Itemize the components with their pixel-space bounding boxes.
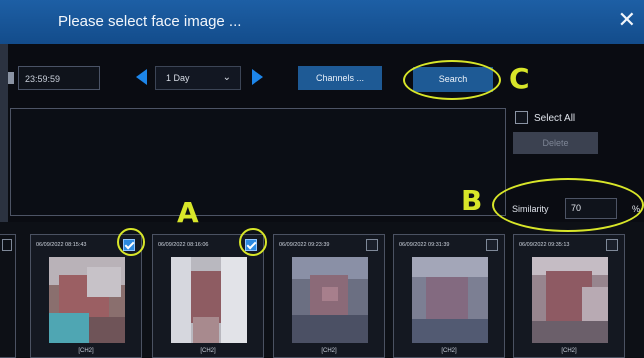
thumbnail-card[interactable]: 06/09/2022 09:31:39 [CH2] — [393, 234, 505, 358]
dialog-titlebar: Please select face image ... ✕ — [0, 0, 644, 44]
annotation-label-c: C — [509, 62, 530, 95]
face-image[interactable] — [412, 257, 488, 343]
thumbnail-timestamp: 06/09/2022 09:35:13 — [519, 242, 570, 248]
thumbnail-timestamp: 06/09/2022 08:16:06 — [158, 242, 209, 248]
next-period-icon[interactable] — [252, 69, 263, 85]
thumbnail-channel: [CH2] — [441, 348, 457, 354]
thumbnail-checkbox[interactable] — [2, 239, 12, 251]
thumbnail-channel: [CH2] — [78, 348, 94, 354]
thumbnail-checkbox[interactable] — [486, 239, 498, 251]
annotation-label-b: B — [461, 184, 483, 217]
thumbnail-timestamp: 06/09/2022 09:31:39 — [399, 242, 450, 248]
thumbnail-card[interactable]: 06/09/2022 09:35:13 [CH2] — [513, 234, 625, 358]
thumbnail-card[interactable]: 06/09/2022 09:23:39 [CH2] — [273, 234, 385, 358]
thumbnail-partial[interactable] — [0, 234, 16, 358]
previous-period-icon[interactable] — [136, 69, 147, 85]
end-time-input[interactable]: 23:59:59 — [18, 66, 100, 90]
annotation-label-a: A — [177, 196, 199, 229]
calendar-icon[interactable] — [8, 72, 14, 84]
annotation-ring-a1 — [117, 228, 145, 256]
period-select[interactable]: 1 Day ⌄ — [155, 66, 241, 90]
annotation-ring-c — [403, 60, 501, 100]
thumbnail-checkbox[interactable] — [366, 239, 378, 251]
select-all-checkbox[interactable] — [515, 111, 528, 124]
close-icon[interactable]: ✕ — [618, 9, 636, 31]
thumbnail-timestamp: 06/09/2022 09:23:39 — [279, 242, 330, 248]
face-image[interactable] — [532, 257, 608, 343]
face-preview-area — [10, 108, 506, 216]
channels-button[interactable]: Channels ... — [298, 66, 382, 90]
face-image[interactable] — [171, 257, 247, 343]
delete-button[interactable]: Delete — [513, 132, 598, 154]
annotation-ring-a2 — [239, 228, 267, 256]
thumbnail-channel: [CH2] — [321, 348, 337, 354]
thumbnail-checkbox[interactable] — [606, 239, 618, 251]
thumbnail-channel: [CH2] — [200, 348, 216, 354]
annotation-ring-b — [492, 178, 644, 232]
select-all-label: Select All — [534, 113, 576, 124]
dialog-title: Please select face image ... — [58, 13, 242, 30]
thumbnail-timestamp: 06/09/2022 08:15:43 — [36, 242, 87, 248]
period-value: 1 Day — [166, 73, 190, 83]
thumbnail-channel: [CH2] — [561, 348, 577, 354]
chevron-down-icon: ⌄ — [222, 72, 231, 83]
face-image[interactable] — [49, 257, 125, 343]
face-image[interactable] — [292, 257, 368, 343]
